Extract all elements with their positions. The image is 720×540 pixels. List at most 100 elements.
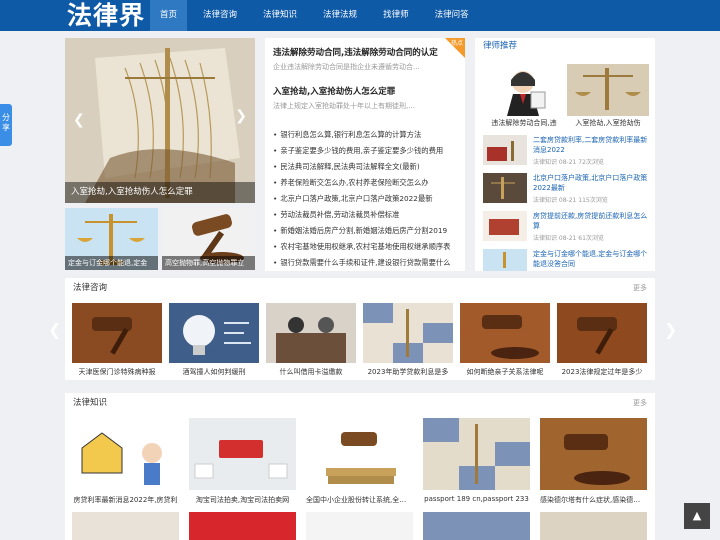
chevron-right-icon[interactable]: ❯ xyxy=(235,108,247,124)
chevron-left-icon[interactable]: ❮ xyxy=(73,112,85,128)
recommend-meta: 法律知识 08-21 61次浏览 xyxy=(533,235,604,242)
recommend-thumb xyxy=(483,211,527,241)
recommend-thumb xyxy=(483,249,527,279)
nav-home[interactable]: 首页 xyxy=(150,0,188,31)
nav-qa[interactable]: 法律问答 xyxy=(425,0,479,31)
news-link[interactable]: 北京户口落户政策,北京户口落户政策2022最新 xyxy=(273,191,461,207)
recommend-title[interactable]: 定金与订金哪个能退,定金与订金哪个能退没答合同 xyxy=(533,249,653,269)
lawyer-cartoon-image xyxy=(483,64,565,116)
headline-summary: 企业违法解除劳动合同是指企业未遵循劳动合... xyxy=(273,63,420,71)
nav-find-lawyer[interactable]: 找律师 xyxy=(373,0,419,31)
recommend-item[interactable]: 北京户口落户政策,北京户口落户政策2022最新 法律知识 08-21 115次浏… xyxy=(483,173,651,205)
lightbulb-image xyxy=(169,303,259,363)
thumb-card[interactable]: 高空抛物罪,高空抛物罪立 xyxy=(162,208,255,270)
news-link[interactable]: 劳动法裁员补偿,劳动法裁员补偿标准 xyxy=(273,207,461,223)
chevron-left-icon[interactable]: ❮ xyxy=(48,320,61,339)
recommend-meta: 法律知识 08-21 72次浏览 xyxy=(533,159,604,166)
share-label: 分享 xyxy=(2,113,10,132)
consult-card[interactable]: 酒驾撞人如何判缓刑 xyxy=(169,303,259,377)
share-button[interactable]: 分享 xyxy=(0,104,12,146)
thumb-caption: 定金与订金哪个能退,定金 xyxy=(65,256,158,270)
lawyer-card-caption[interactable]: 入室抢劫,入室抢劫伤 xyxy=(567,118,649,128)
featured-slider[interactable]: ❮ ❯ 入室抢劫,入室抢劫伤人怎么定罪 xyxy=(65,38,255,203)
knowledge-card[interactable]: 房贷利率最新消息2022年,房贷利 xyxy=(72,418,179,505)
more-link[interactable]: 更多 xyxy=(633,393,647,413)
lawyer-recommend-panel: 律师推荐 违法解除劳动合同,违 入室抢劫,入室抢劫伤 二套房贷款利率,二套房贷款… xyxy=(475,38,655,271)
gavel-image xyxy=(540,418,647,490)
section-title: 法律知识 xyxy=(73,398,108,408)
gavel-image xyxy=(460,303,550,363)
gavel-books-image xyxy=(306,418,413,490)
recommend-meta: 法律知识 08-21 115次浏览 xyxy=(533,197,608,204)
knowledge-card-image[interactable] xyxy=(306,512,413,540)
section-title: 律师推荐 xyxy=(483,41,518,51)
recommend-title[interactable]: 北京户口落户政策,北京户口落户政策2022最新 xyxy=(533,173,653,193)
knowledge-card[interactable]: passport 189 cn,passport 233 xyxy=(423,418,530,503)
card-caption: 淘宝司法拍卖,淘宝司法拍卖网 xyxy=(195,496,290,504)
consult-card[interactable]: 什么叫借用卡溢缴款 xyxy=(266,303,356,377)
chevron-right-icon[interactable]: ❯ xyxy=(664,320,677,339)
news-list: 银行利息怎么算,银行利息怎么算的计算方法 亲子鉴定要多少钱的费用,亲子鉴定要多少… xyxy=(273,127,461,271)
gavel-image xyxy=(557,303,647,363)
consult-card[interactable]: 天津医保门诊特殊病种报 xyxy=(72,303,162,377)
card-caption: 全国中小企业股份转让系统,全国中 xyxy=(306,496,413,504)
top-navigation-bar: 法律界 首页 法律咨询 法律知识 法律法规 找律师 法律问答 xyxy=(0,0,720,31)
card-caption: 房贷利率最新消息2022年,房贷利 xyxy=(73,496,178,504)
knowledge-card-image[interactable] xyxy=(189,512,296,540)
consult-card[interactable]: 2023法律规定过年是多少 xyxy=(557,303,647,377)
knowledge-card[interactable]: 全国中小企业股份转让系统,全国中 xyxy=(306,418,413,505)
knowledge-card-image[interactable] xyxy=(423,512,530,540)
knowledge-card-image[interactable] xyxy=(72,512,179,540)
headline-title[interactable]: 违法解除劳动合同,违法解除劳动合同的认定 xyxy=(273,46,459,58)
card-caption: 如何断绝亲子关系法律呢 xyxy=(466,368,544,376)
scales-image xyxy=(567,64,649,116)
recommend-item[interactable]: 定金与订金哪个能退,定金与订金哪个能退没答合同 xyxy=(483,249,651,281)
card-caption: 2023法律规定过年是多少 xyxy=(561,368,643,376)
nav-knowledge[interactable]: 法律知识 xyxy=(253,0,307,31)
headline-title[interactable]: 入室抢劫,入室抢劫伤人怎么定罪 xyxy=(273,85,459,97)
thumb-caption: 高空抛物罪,高空抛物罪立 xyxy=(162,256,255,270)
more-link[interactable]: 更多 xyxy=(633,278,647,298)
back-to-top-button[interactable]: ▲ xyxy=(684,503,710,529)
headline-summary: 法律上规定入室抢劫罪处十年以上有期徒刑,... xyxy=(273,102,415,110)
knowledge-card[interactable]: 淘宝司法拍卖,淘宝司法拍卖网 xyxy=(189,418,296,505)
knowledge-card-image[interactable] xyxy=(540,512,647,540)
news-link[interactable]: 农村宅基地使用权继承,农村宅基地使用权继承顺序表 xyxy=(273,239,461,255)
slider-caption: 入室抢劫,入室抢劫伤人怎么定罪 xyxy=(65,182,255,203)
slider-image-book-scale xyxy=(65,38,255,203)
card-caption: passport 189 cn,passport 233 xyxy=(424,495,529,503)
news-link[interactable]: 银行贷款需要什么手续和证件,建设银行贷款需要什么 xyxy=(273,255,461,271)
card-caption: 天津医保门诊特殊病种报 xyxy=(78,368,156,376)
headline-panel: 热点 违法解除劳动合同,违法解除劳动合同的认定 企业违法解除劳动合同是指企业未遵… xyxy=(265,38,465,271)
thumb-card[interactable]: 定金与订金哪个能退,定金 xyxy=(65,208,158,270)
scales-grid-image xyxy=(423,418,530,490)
lawyer-card-image[interactable] xyxy=(483,64,565,116)
consult-card[interactable]: 如何断绝亲子关系法律呢 xyxy=(460,303,550,377)
news-link[interactable]: 亲子鉴定要多少钱的费用,亲子鉴定要多少钱的费用 xyxy=(273,143,461,159)
recommend-item[interactable]: 房贷提前还款,房贷提前还款利息怎么算 法律知识 08-21 61次浏览 xyxy=(483,211,651,243)
scales-grid-image xyxy=(363,303,453,363)
news-link[interactable]: 银行利息怎么算,银行利息怎么算的计算方法 xyxy=(273,127,461,143)
gavel-image xyxy=(72,303,162,363)
news-link[interactable]: 养老保险断交怎么办,农村养老保险断交怎么办 xyxy=(273,175,461,191)
knowledge-card[interactable]: 感染德尔塔有什么症状,感染德尔塔 xyxy=(540,418,647,505)
nav-regulations[interactable]: 法律法规 xyxy=(313,0,367,31)
lawyer-card-caption[interactable]: 违法解除劳动合同,违 xyxy=(483,118,565,128)
lawyer-card-image[interactable] xyxy=(567,64,649,116)
cartoon-house-image xyxy=(72,418,179,490)
recommend-thumb xyxy=(483,135,527,165)
site-logo[interactable]: 法律界 xyxy=(67,0,145,31)
card-caption: 感染德尔塔有什么症状,感染德尔塔 xyxy=(540,496,647,504)
consult-card[interactable]: 2023年助学贷款利息是多 xyxy=(363,303,453,377)
recommend-thumb xyxy=(483,173,527,203)
news-link[interactable]: 民法典司法解释,民法典司法解释全文(最新) xyxy=(273,159,461,175)
meeting-image xyxy=(266,303,356,363)
recommend-title[interactable]: 房贷提前还款,房贷提前还款利息怎么算 xyxy=(533,211,653,231)
recommend-item[interactable]: 二套房贷款利率,二套房贷款利率最新消息2022 法律知识 08-21 72次浏览 xyxy=(483,135,651,167)
news-link[interactable]: 新婚姻法婚后房产分割,新婚姻法婚后房产分割2019 xyxy=(273,223,461,239)
card-caption: 2023年助学贷款利息是多 xyxy=(367,368,449,376)
nav-consult[interactable]: 法律咨询 xyxy=(193,0,247,31)
recommend-title[interactable]: 二套房贷款利率,二套房贷款利率最新消息2022 xyxy=(533,135,653,155)
section-title: 法律咨询 xyxy=(73,283,108,293)
card-caption: 什么叫借用卡溢缴款 xyxy=(279,368,343,376)
